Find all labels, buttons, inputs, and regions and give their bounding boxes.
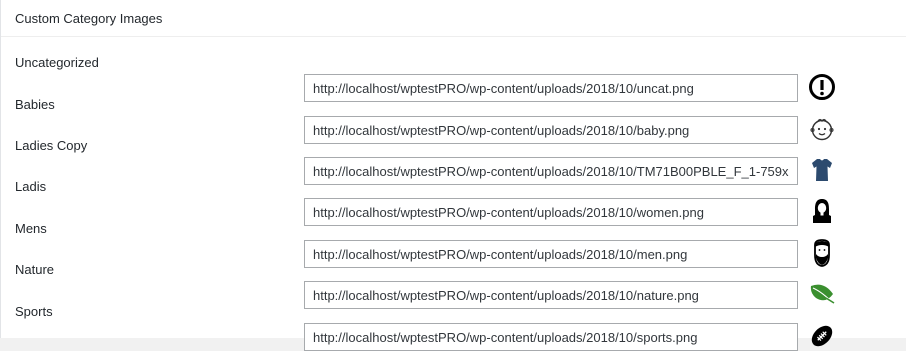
category-label: Ladis [15,179,47,194]
category-label: Babies [15,97,55,112]
category-row-uncategorized: Uncategorized [1,55,906,102]
category-label: Mens [15,221,47,236]
category-row-ladies-copy: Ladies Copy [1,138,906,185]
category-label: Nature [15,262,55,277]
category-row-babies: Babies [1,97,906,144]
image-url-input[interactable] [304,323,798,351]
panel-title: Custom Category Images [15,10,163,26]
football-icon [807,321,837,351]
category-row-nature: Nature [1,262,906,309]
category-label: Sports [15,304,53,319]
category-row-mens: Mens [1,221,906,268]
custom-category-images-panel: Custom Category Images Uncategorized Bab… [0,0,906,351]
category-row-ladis: Ladis [1,179,906,226]
panel-header: Custom Category Images [1,0,906,37]
category-label: Uncategorized [15,55,99,70]
category-row-sports: Sports [1,304,906,351]
category-label: Ladies Copy [15,138,88,153]
